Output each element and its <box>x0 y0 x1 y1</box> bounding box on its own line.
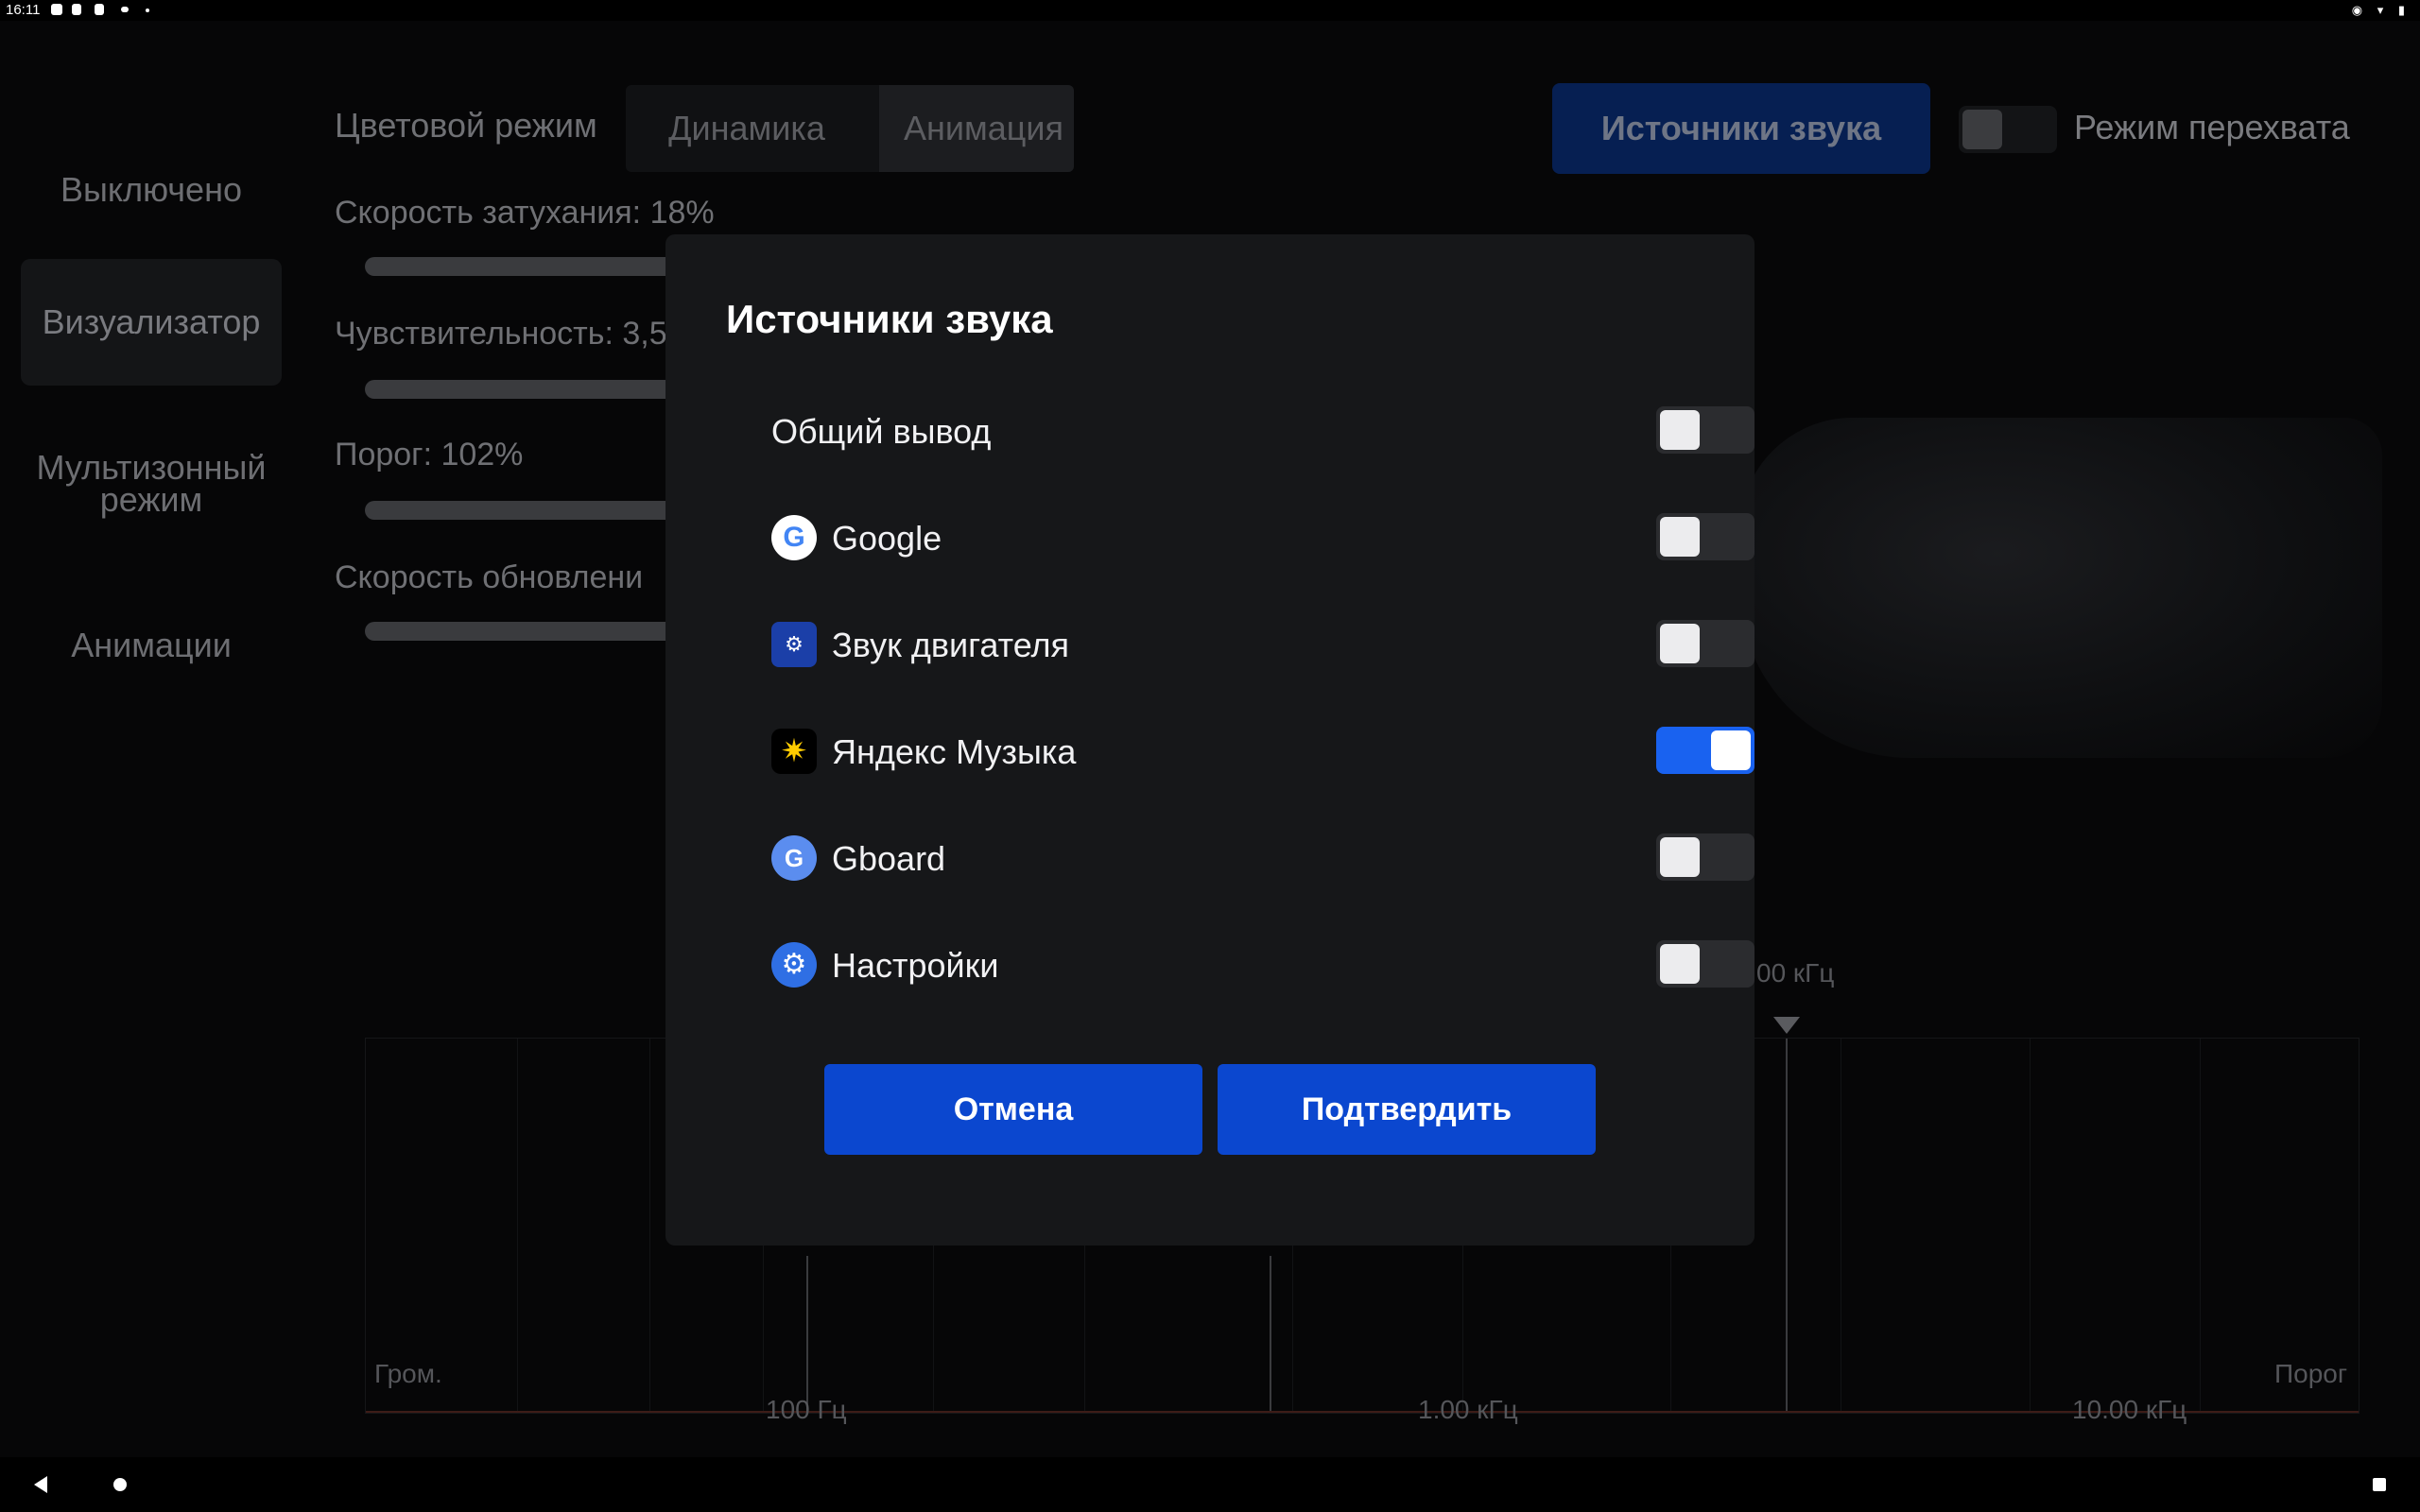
chart-tick-label: 1.00 кГц <box>1418 1395 1518 1424</box>
source-toggle[interactable] <box>1656 620 1754 667</box>
cloud-icon <box>121 7 129 12</box>
gboard-icon: G <box>771 835 817 881</box>
frequency-marker-handle[interactable] <box>1773 1017 1800 1034</box>
chart-right-label: Порог <box>2274 1359 2348 1388</box>
source-toggle[interactable] <box>1656 406 1754 454</box>
refresh-speed-slider[interactable] <box>365 622 677 641</box>
settings-icon: ⚙ <box>771 942 817 988</box>
toggle-knob <box>1660 944 1700 984</box>
notification-icon <box>51 4 62 15</box>
chart-left-label: Гром. <box>374 1359 442 1388</box>
toggle-knob <box>1660 837 1700 877</box>
toggle-knob <box>1660 517 1700 557</box>
source-toggle[interactable] <box>1656 833 1754 881</box>
sidebar-item-label: Визуализатор <box>42 302 261 341</box>
threshold-slider[interactable] <box>365 501 677 520</box>
sound-sources-dialog: Источники звука Общий вывод G Google ⚙ З… <box>666 234 1754 1246</box>
source-row-engine-sound[interactable]: ⚙ Звук двигателя <box>771 612 1754 679</box>
source-label: Яндекс Музыка <box>832 732 1077 771</box>
frequency-marker-label: 00 кГц <box>1756 958 1835 988</box>
source-row-google[interactable]: G Google <box>771 506 1754 572</box>
chart-tick-label: 100 Гц <box>766 1395 847 1424</box>
band-marker[interactable] <box>806 1256 808 1413</box>
sidebar-item-animations[interactable]: Анимации <box>21 603 282 688</box>
yandex-music-icon: ✷ <box>771 729 817 774</box>
car-dashboard-image <box>1739 418 2382 758</box>
refresh-speed-label: Скорость обновлени <box>335 559 644 595</box>
grid-line <box>649 1039 650 1413</box>
sensitivity-slider[interactable] <box>365 380 677 399</box>
source-label: Звук двигателя <box>832 626 1070 664</box>
source-toggle[interactable] <box>1656 727 1754 774</box>
engine-sound-icon: ⚙ <box>771 622 817 667</box>
sensitivity-label: Чувствительность: 3,5 <box>335 316 667 352</box>
toggle-knob <box>1962 110 2002 149</box>
source-label: Google <box>832 519 942 558</box>
intercept-mode-label: Режим перехвата <box>2074 108 2350 146</box>
home-icon[interactable] <box>113 1478 127 1491</box>
segment-dynamics[interactable]: Динамика <box>626 85 868 172</box>
fade-speed-label: Скорость затухания: 18% <box>335 195 715 231</box>
source-toggle[interactable] <box>1656 940 1754 988</box>
source-row-settings[interactable]: ⚙ Настройки <box>771 933 1754 999</box>
sidebar-item-multizone[interactable]: Мультизонный режим <box>21 444 282 548</box>
status-time: 16:11 <box>6 2 41 18</box>
source-row-gboard[interactable]: G Gboard <box>771 826 1754 892</box>
recent-apps-icon[interactable] <box>2373 1478 2386 1491</box>
grid-line <box>2030 1039 2031 1413</box>
band-marker[interactable] <box>1270 1256 1271 1413</box>
source-label: Gboard <box>832 839 946 878</box>
source-label: Настройки <box>832 946 999 985</box>
source-toggle[interactable] <box>1656 513 1754 560</box>
color-mode-label: Цветовой режим <box>335 106 597 145</box>
sidebar-item-visualizer[interactable]: Визуализатор <box>21 259 282 386</box>
confirm-button[interactable]: Подтвердить <box>1218 1064 1596 1155</box>
more-notifications-dot <box>146 9 149 12</box>
download-icon <box>95 4 104 15</box>
toggle-knob <box>1660 624 1700 663</box>
sidebar-item-label: Мультизонный режим <box>36 448 267 519</box>
sound-sources-button[interactable]: Источники звука <box>1552 83 1930 174</box>
threshold-label: Порог: 102% <box>335 437 524 472</box>
segment-animation[interactable]: Анимация <box>879 85 1074 172</box>
system-icons: ◉ ▾ ▮ <box>2351 3 2411 17</box>
dialog-title: Источники звука <box>726 297 1053 341</box>
source-label: Общий вывод <box>771 412 992 451</box>
sidebar-item-off[interactable]: Выключено <box>21 147 282 232</box>
color-mode-segmented-control: Динамика Анимация <box>626 85 1074 172</box>
sidebar-item-label: Анимации <box>71 626 232 664</box>
intercept-mode-toggle[interactable] <box>1959 106 2057 153</box>
band-marker[interactable] <box>1786 1039 1788 1413</box>
toggle-knob <box>1660 410 1700 450</box>
chart-tick-label: 10.00 кГц <box>2072 1395 2187 1424</box>
source-row-general-output[interactable]: Общий вывод <box>771 399 1754 465</box>
chart-baseline <box>366 1411 2359 1413</box>
navigation-bar <box>0 1457 2420 1512</box>
screenshot-icon <box>72 4 81 15</box>
sidebar-item-label: Выключено <box>60 170 242 209</box>
source-row-yandex-music[interactable]: ✷ Яндекс Музыка <box>771 719 1754 785</box>
cancel-button[interactable]: Отмена <box>824 1064 1202 1155</box>
grid-line <box>2200 1039 2201 1413</box>
toggle-knob <box>1711 730 1751 770</box>
status-bar: 16:11 ◉ ▾ ▮ <box>0 0 2420 21</box>
grid-line <box>517 1039 518 1413</box>
back-icon[interactable] <box>34 1476 47 1493</box>
google-icon: G <box>771 515 817 560</box>
fade-speed-slider[interactable] <box>365 257 677 276</box>
